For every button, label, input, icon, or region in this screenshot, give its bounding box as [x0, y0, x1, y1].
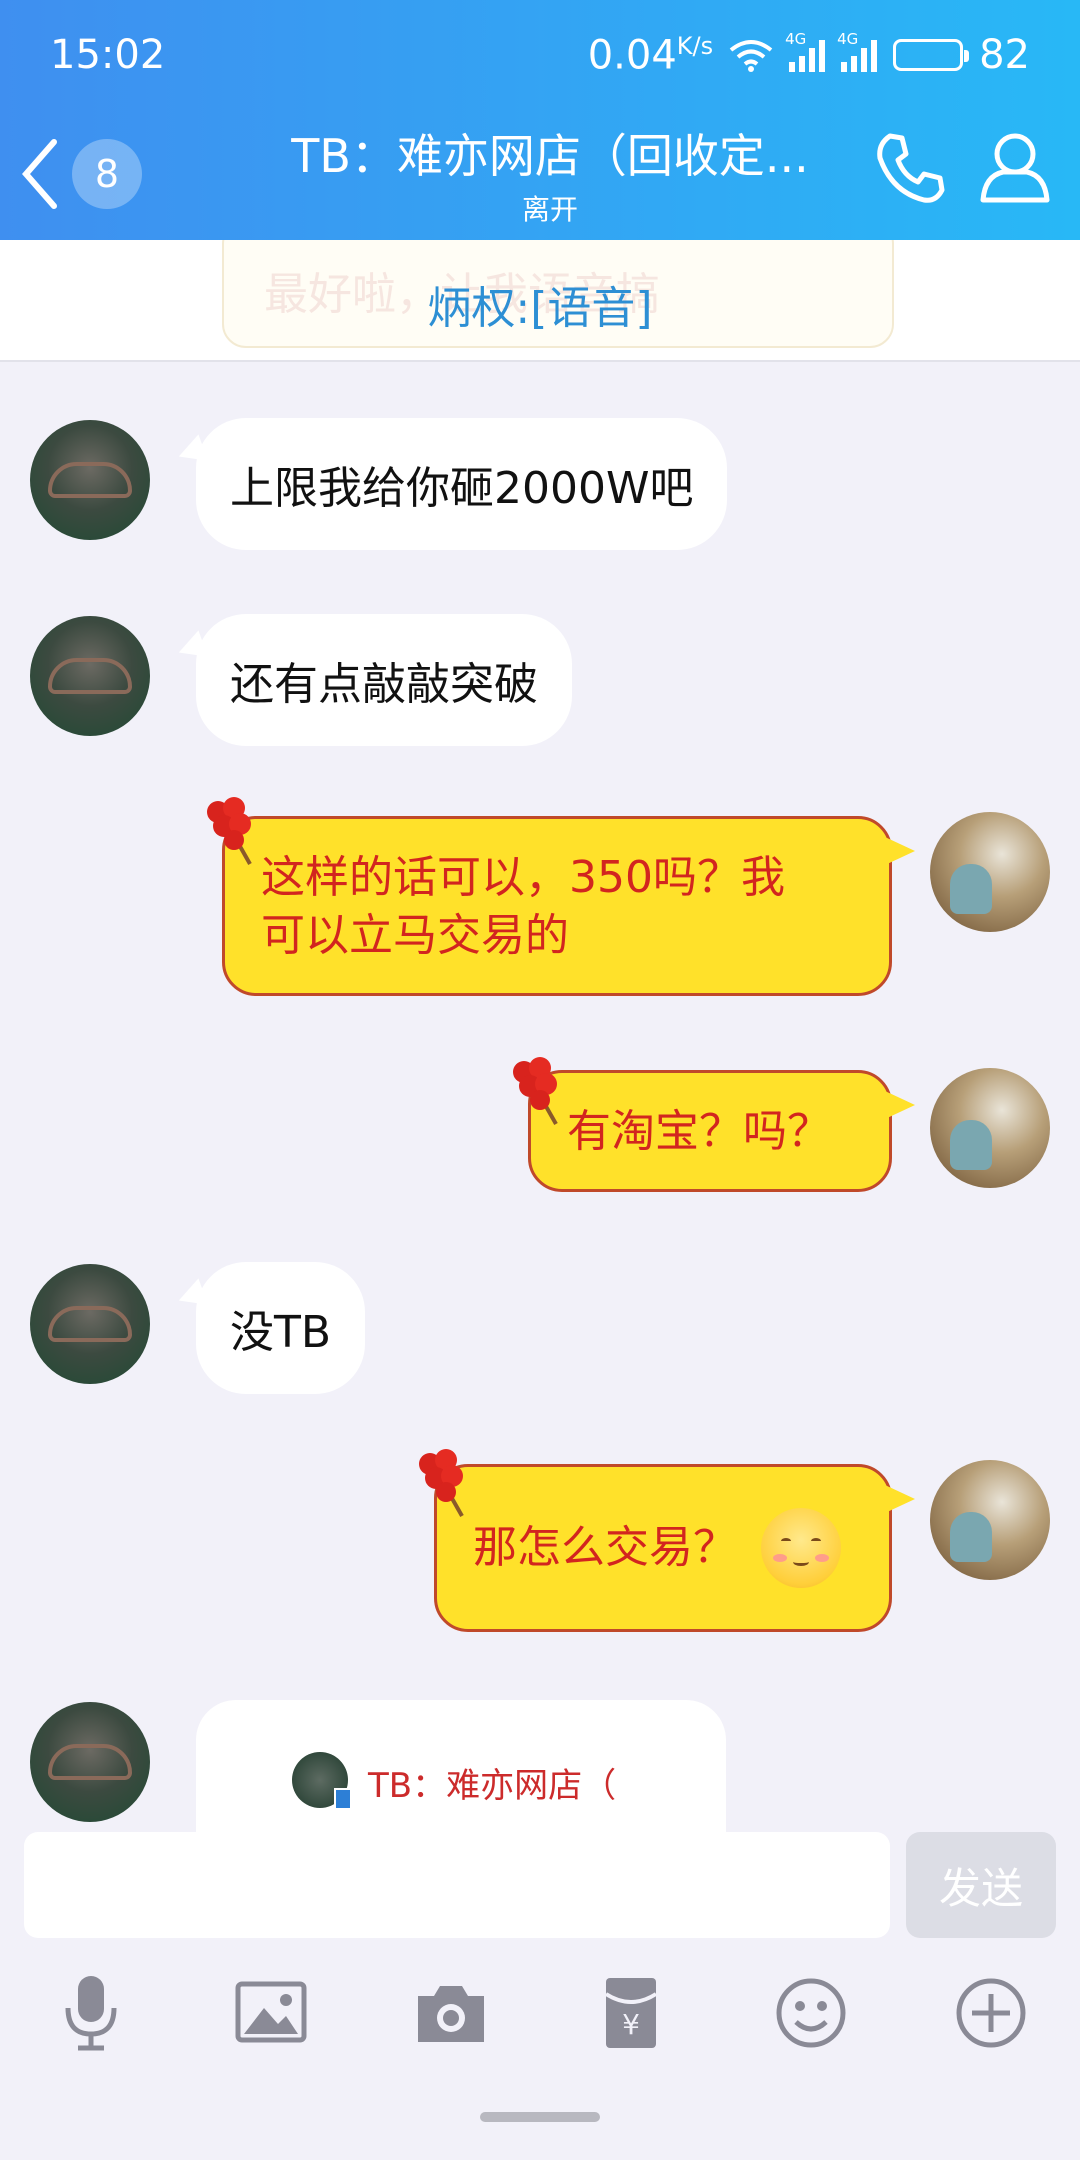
- send-button[interactable]: 发送: [906, 1832, 1056, 1938]
- my-avatar[interactable]: [930, 1460, 1050, 1580]
- microphone-icon[interactable]: [46, 1968, 136, 2058]
- cell-signal-1-icon: 4G: [785, 30, 826, 72]
- status-time: 15:02: [50, 32, 166, 78]
- emoji-icon[interactable]: [766, 1968, 856, 2058]
- card-thumbnail: [292, 1752, 352, 1810]
- network-speed: 0.04K/s: [587, 31, 714, 79]
- message-text: 有淘宝？吗？: [567, 1106, 831, 1157]
- message-text: 上限我给你砸2000W吧: [230, 463, 694, 514]
- candy-bubble-decoration-icon: [419, 1449, 464, 1517]
- title-bar: 8 TB：难亦网店（回收定... 离开: [0, 110, 1080, 240]
- message-text: 那怎么交易？: [473, 1522, 737, 1573]
- message-text: 还有点敲敲突破: [230, 659, 538, 710]
- chat-title: TB：难亦网店（回收定...: [291, 129, 809, 183]
- message-bubble-received[interactable]: 没TB: [196, 1262, 366, 1394]
- message-bubble-received[interactable]: 还有点敲敲突破: [196, 614, 572, 746]
- candy-bubble-decoration-icon: [513, 1057, 558, 1125]
- plus-icon[interactable]: [946, 1968, 1036, 2058]
- message-bubble-received[interactable]: 上限我给你砸2000W吧: [196, 418, 728, 550]
- contact-avatar[interactable]: [30, 616, 150, 736]
- home-indicator[interactable]: [480, 2112, 600, 2122]
- pinned-message-strip[interactable]: 最好啦，让我语音搞 炳权:[语音]: [0, 240, 1080, 362]
- my-avatar[interactable]: [930, 1068, 1050, 1188]
- message-text-line: 这样的话可以，350吗？我: [261, 852, 785, 903]
- profile-icon[interactable]: [975, 128, 1055, 208]
- wifi-icon: [729, 39, 773, 72]
- message-bubble-sent[interactable]: 那怎么交易？: [434, 1464, 915, 1632]
- input-area: 发送 ¥: [0, 1832, 1080, 2160]
- my-avatar[interactable]: [930, 812, 1050, 932]
- contact-avatar[interactable]: [30, 1702, 150, 1822]
- candy-bubble-decoration-icon: [207, 797, 252, 865]
- contact-avatar[interactable]: [30, 420, 150, 540]
- message-bubble-sent[interactable]: 有淘宝？吗？: [528, 1070, 915, 1192]
- battery-icon: [893, 38, 970, 71]
- image-icon[interactable]: [226, 1968, 316, 2058]
- battery-level: 82: [979, 31, 1030, 78]
- unread-count-badge: 8: [72, 139, 142, 209]
- back-chevron-icon: [22, 139, 57, 209]
- message-text: 没TB: [230, 1307, 332, 1358]
- chat-messages[interactable]: 上限我给你砸2000W吧 还有点敲敲突破 这样的话可以，350吗？我 可以立马交…: [0, 362, 1080, 1832]
- pinned-message-text: 炳权:[语音]: [427, 283, 653, 334]
- back-button[interactable]: 8: [20, 124, 150, 224]
- contact-avatar[interactable]: [30, 1264, 150, 1384]
- phone-icon[interactable]: [870, 128, 950, 208]
- message-bubble-sent[interactable]: 这样的话可以，350吗？我 可以立马交易的: [222, 816, 915, 996]
- cell-signal-2-icon: 4G: [837, 30, 878, 72]
- card-title: TB：难亦网店（: [368, 1766, 617, 1806]
- smile-blush-emoji-icon: [761, 1508, 841, 1588]
- chat-toolbar: ¥: [0, 1968, 1080, 2068]
- online-status: 离开: [521, 193, 578, 226]
- message-input[interactable]: [24, 1832, 890, 1938]
- chat-title-block[interactable]: TB：难亦网店（回收定... 离开: [270, 120, 830, 228]
- message-text-line: 可以立马交易的: [261, 910, 569, 961]
- red-packet-icon[interactable]: ¥: [586, 1968, 676, 2058]
- camera-icon[interactable]: [406, 1968, 496, 2058]
- svg-text:¥: ¥: [622, 2008, 640, 2041]
- shared-contact-card[interactable]: TB：难亦网店（: [196, 1700, 726, 1832]
- status-indicators: 0.04K/s 4G 4G 82: [587, 30, 1030, 79]
- status-bar: 15:02 0.04K/s 4G 4G 82: [0, 0, 1080, 110]
- chat-header: 15:02 0.04K/s 4G 4G 82 8 TB：难亦网店（回收定... …: [0, 0, 1080, 240]
